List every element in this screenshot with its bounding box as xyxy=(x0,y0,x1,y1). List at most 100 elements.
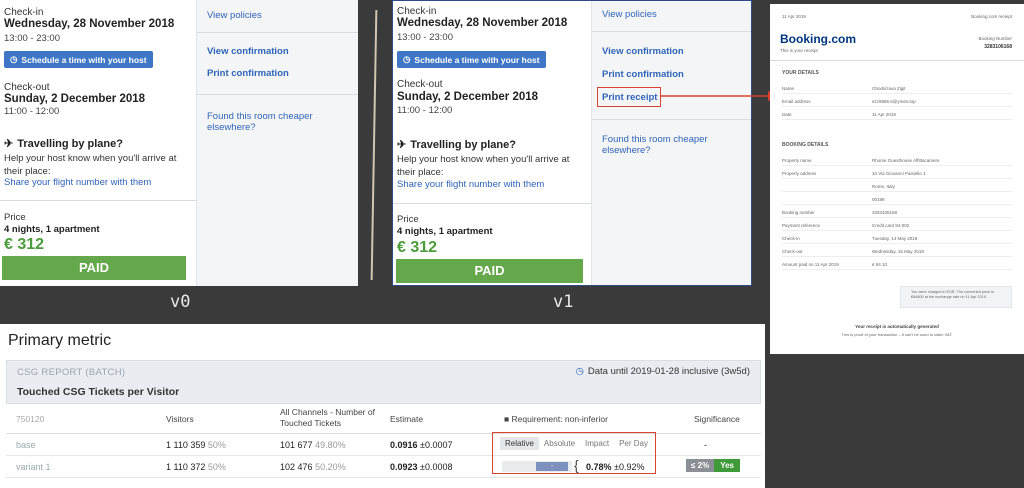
col-significance: Significance xyxy=(694,414,740,424)
checkout-time: 11:00 - 12:00 xyxy=(4,106,60,117)
data-until: ◷ Data until 2019-01-28 inclusive (3w5d) xyxy=(576,366,750,377)
col-estimate: Estimate xyxy=(390,414,424,424)
clock-icon: ◷ xyxy=(403,54,411,64)
price-value: € 312 xyxy=(4,236,45,253)
booking-number-label: Booking Number xyxy=(978,36,1012,41)
receipt-row-value: 00198 xyxy=(872,197,885,202)
report-label: CSG REPORT (BATCH) xyxy=(17,367,126,378)
view-confirmation-link[interactable]: View confirmation xyxy=(207,46,289,57)
receipt-row-value: Credit card 94-002 xyxy=(872,223,910,228)
plane-title: Travelling by plane? xyxy=(17,137,123,150)
col-requirement: ■ Requirement: non-inferior xyxy=(504,414,608,425)
primary-metric-panel: Primary metric CSG REPORT (BATCH) ◷ Data… xyxy=(0,324,765,488)
sig-threshold: ≤ 2% xyxy=(686,459,715,472)
receipt-row-value: Tuesday, 14 May 2019 xyxy=(872,236,918,241)
price-sub: 4 nights, 1 apartment xyxy=(4,224,100,235)
plane-icon: ✈ xyxy=(397,139,407,151)
booking-panel-v0: Check-in Wednesday, 28 November 2018 13:… xyxy=(0,0,358,286)
print-confirmation-link[interactable]: Print confirmation xyxy=(207,68,289,79)
receipt-row-value: Rhome Guesthouse Affittacamere xyxy=(872,158,940,163)
row-visitors: 1 110 372 50% xyxy=(166,462,226,472)
plane-text: Help your host know when you'll arrive a… xyxy=(4,153,177,177)
receipt-row-value: 34 Via Giovanni Paisiello 1 xyxy=(872,171,926,176)
view-confirmation-link[interactable]: View confirmation xyxy=(602,46,684,57)
estimate-err: ±0.0007 xyxy=(420,440,453,450)
receipt-row-value: Wednesday, 15 May 2019 xyxy=(872,249,924,254)
plane-text: Help your host know when you'll arrive a… xyxy=(397,154,570,178)
checkin-date: Wednesday, 28 November 2018 xyxy=(397,17,568,29)
estimate-err: ±0.0008 xyxy=(420,462,453,472)
receipt-row-value: 11 Apr 2019 xyxy=(872,112,896,117)
visitors-value: 1 110 359 xyxy=(166,440,206,450)
paid-badge: PAID xyxy=(2,256,186,280)
tickets-value: 102 476 xyxy=(280,462,313,472)
tickets-value: 101 677 xyxy=(280,440,313,450)
clock-icon: ◷ xyxy=(10,54,18,64)
receipt-row-value: 3283106168 xyxy=(872,210,898,215)
receipt-row: Check-in Tuesday, 14 May 2019 xyxy=(782,234,1012,244)
your-details-heading: YOUR DETAILS xyxy=(782,70,819,76)
view-policies-link[interactable]: View policies xyxy=(602,9,657,20)
row-tickets: 101 677 49.80% xyxy=(280,440,346,450)
receipt-document: 11 Apr 2019 Booking.com receipt Booking.… xyxy=(770,4,1024,354)
cheaper-link[interactable]: Found this room cheaper elsewhere? xyxy=(602,134,751,156)
print-receipt-highlight xyxy=(597,87,661,107)
square-icon: ■ xyxy=(504,414,510,424)
receipt-row: Rome, Italy xyxy=(782,182,1012,192)
metric-name: Touched CSG Tickets per Visitor xyxy=(17,386,180,398)
row-name: variant 1 xyxy=(16,462,51,472)
row-name: base xyxy=(16,440,36,450)
visitors-pct: 50% xyxy=(207,440,226,450)
receipt-row-key: Booking number xyxy=(782,210,815,215)
booking-number: 3283106168 xyxy=(984,44,1012,50)
schedule-host-button[interactable]: ◷ Schedule a time with your host xyxy=(397,51,546,68)
divider xyxy=(197,94,358,95)
divider xyxy=(393,203,591,204)
receipt-row: Booking number 3283106168 xyxy=(782,208,1012,218)
receipt-row-value: Rome, Italy xyxy=(872,184,895,189)
checkout-label: Check-out xyxy=(397,79,443,90)
csg-report-header: CSG REPORT (BATCH) ◷ Data until 2019-01-… xyxy=(6,360,761,404)
plane-title: Travelling by plane? xyxy=(410,138,516,151)
receipt-row: Email address ezz9885.5@ymes.top xyxy=(782,97,1012,107)
price-label: Price xyxy=(397,214,419,225)
divider xyxy=(592,119,751,120)
arrow-to-receipt xyxy=(660,91,778,101)
receipt-row-value: ezz9885.5@ymes.top xyxy=(872,99,916,104)
col-id: 750120 xyxy=(16,414,45,424)
schedule-host-label: Schedule a time with your host xyxy=(21,54,147,65)
receipt-row-key: Email address xyxy=(782,99,811,104)
visitors-pct: 50% xyxy=(207,462,226,472)
divider xyxy=(770,60,1024,61)
plane-heading: ✈ Travelling by plane? xyxy=(397,138,516,152)
print-confirmation-link[interactable]: Print confirmation xyxy=(602,69,684,80)
exchange-note-text: You were charged in EUR. The converted p… xyxy=(911,290,994,299)
schedule-host-button[interactable]: ◷ Schedule a time with your host xyxy=(4,51,153,68)
row-estimate: 0.0923 ±0.0008 xyxy=(390,462,453,472)
requirement-highlight xyxy=(492,432,656,474)
receipt-date: 11 Apr 2019 xyxy=(782,14,806,19)
paid-badge: PAID xyxy=(396,259,583,283)
checkin-label: Check-in xyxy=(4,7,44,18)
receipt-subtitle: This is your receipt xyxy=(780,48,818,53)
col-visitors: Visitors xyxy=(166,414,194,424)
receipt-row-key: Property address xyxy=(782,171,817,176)
metric-title: Primary metric xyxy=(8,332,112,349)
share-flight-link[interactable]: Share your flight number with them xyxy=(397,179,544,190)
checkin-label: Check-in xyxy=(397,6,437,17)
receipt-row: Date 11 Apr 2019 xyxy=(782,110,1012,120)
receipt-row-value: Ghodsizava Zigit xyxy=(872,86,906,91)
checkout-date: Sunday, 2 December 2018 xyxy=(397,91,539,103)
cheaper-link[interactable]: Found this room cheaper elsewhere? xyxy=(207,111,358,133)
data-until-text: Data until 2019-01-28 inclusive (3w5d) xyxy=(587,366,750,377)
estimate-value: 0.0923 xyxy=(390,462,418,472)
receipt-heading: Booking.com receipt xyxy=(971,14,1012,19)
receipt-row-key: Name xyxy=(782,86,795,91)
table-header: 750120 Visitors All Channels - Number of… xyxy=(6,404,761,434)
view-policies-link[interactable]: View policies xyxy=(207,10,262,21)
schedule-host-label: Schedule a time with your host xyxy=(414,54,540,65)
receipt-footer-text: This is proof of your transaction – it c… xyxy=(841,332,953,337)
exchange-note: You were charged in EUR. The converted p… xyxy=(900,286,1012,308)
share-flight-link[interactable]: Share your flight number with them xyxy=(4,177,151,188)
receipt-footer-title: Your receipt is automatically generated xyxy=(855,324,939,329)
